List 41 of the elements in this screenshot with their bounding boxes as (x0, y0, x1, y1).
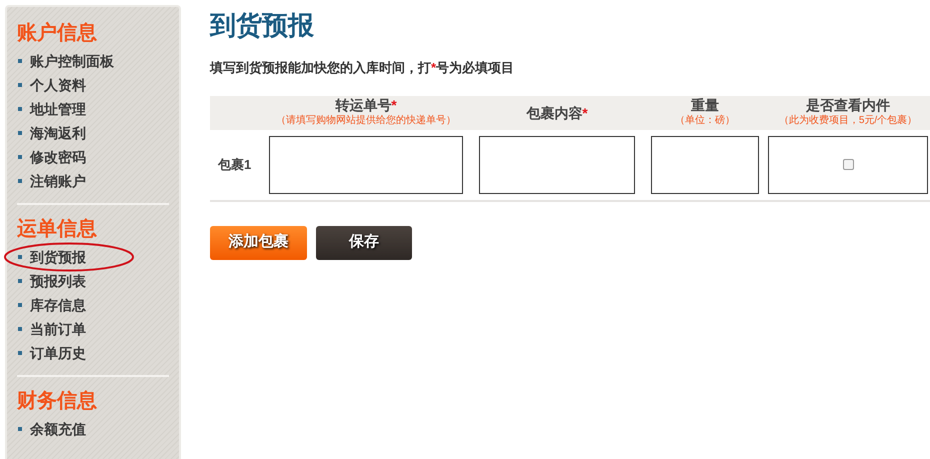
column-hint: （此为收费项目，5元/个包裹） (778, 114, 918, 128)
section-heading: 运单信息 (17, 217, 97, 242)
column-heading: 是否查看内件 (806, 96, 890, 112)
page-title: 到货预报 (210, 9, 314, 42)
column-hint: （请填写购物网站提供给您的快递单号） (276, 114, 456, 128)
bullet-icon (18, 155, 22, 159)
inspect-checkbox[interactable] (842, 159, 854, 170)
bullet-icon (18, 107, 22, 111)
sidebar-link[interactable]: 个人资料 (30, 74, 86, 96)
bullet-icon (18, 131, 22, 135)
bullet-icon (18, 279, 22, 283)
sidebar-link[interactable]: 订单历史 (30, 342, 86, 364)
save-button[interactable]: 保存 (316, 226, 412, 260)
column-heading: 重量 (691, 96, 719, 112)
section-heading: 财务信息 (17, 389, 97, 414)
sidebar-link[interactable]: 库存信息 (30, 294, 86, 316)
input-field[interactable] (479, 136, 635, 194)
input-field[interactable] (269, 136, 463, 194)
row-label: 包裹1 (216, 156, 252, 174)
bullet-icon (18, 59, 22, 63)
bullet-icon (18, 255, 22, 259)
bullet-icon (18, 327, 22, 331)
bullet-icon (18, 303, 22, 307)
bullet-icon (18, 351, 22, 355)
input-field[interactable] (651, 136, 759, 194)
section-heading: 账户信息 (17, 20, 97, 46)
sidebar-link[interactable]: 海淘返利 (30, 122, 86, 144)
sidebar-link[interactable]: 注销账户 (30, 170, 86, 192)
bullet-icon (18, 179, 22, 183)
column-hint: （单位：磅） (675, 114, 735, 128)
sidebar-link[interactable]: 预报列表 (30, 270, 86, 292)
bullet-icon (18, 427, 22, 431)
bullet-icon (18, 83, 22, 87)
instruction-text: 填写到货预报能加快您的入库时间，打*号为必填项目 (210, 59, 514, 77)
column-heading: 包裹内容* (526, 104, 588, 120)
sidebar-link[interactable]: 账户控制面板 (30, 50, 114, 72)
sidebar-link[interactable]: 地址管理 (30, 98, 86, 120)
sidebar-link[interactable]: 当前订单 (30, 318, 86, 340)
column-heading: 转运单号* (335, 96, 397, 112)
sidebar-link[interactable]: 修改密码 (30, 146, 86, 168)
sidebar-link[interactable]: 余额充值 (30, 418, 86, 440)
